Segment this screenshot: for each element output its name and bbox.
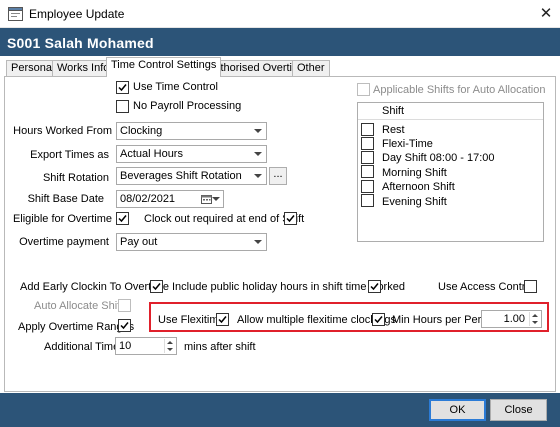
apply-overtime-ranges-checkbox[interactable] <box>118 319 131 332</box>
overtime-payment-label: Overtime payment <box>19 236 109 248</box>
chevron-down-icon <box>254 152 262 156</box>
shift-item-label: Afternoon Shift <box>382 181 455 193</box>
shift-rotation-label: Shift Rotation <box>42 172 109 184</box>
eligible-overtime-label: Eligible for Overtime <box>12 213 112 225</box>
export-times-as-select[interactable]: Actual Hours <box>116 145 267 163</box>
shift-rotation-value: Beverages Shift Rotation <box>120 170 242 182</box>
close-button[interactable]: Close <box>490 399 547 421</box>
use-flexitime-checkbox[interactable] <box>216 313 229 326</box>
window-title: Employee Update <box>29 7 125 21</box>
additional-time-label: Additional Time <box>44 341 120 353</box>
shift-rotation-select[interactable]: Beverages Shift Rotation <box>116 167 267 185</box>
ok-button[interactable]: OK <box>429 399 486 421</box>
no-payroll-processing-checkbox[interactable] <box>116 100 129 113</box>
use-time-control-label: Use Time Control <box>133 81 218 93</box>
applicable-shifts-label: Applicable Shifts for Auto Allocation <box>373 84 546 96</box>
chevron-down-icon <box>254 129 262 133</box>
overtime-payment-select[interactable]: Pay out <box>116 233 267 251</box>
clock-out-end-shift-checkbox[interactable] <box>284 212 297 225</box>
shift-rotation-browse-button[interactable]: ... <box>269 167 287 185</box>
shift-item-checkbox[interactable] <box>361 180 374 193</box>
export-times-as-value: Actual Hours <box>120 148 183 160</box>
shift-base-date-value: 08/02/2021 <box>120 193 176 205</box>
shift-column-header: Shift <box>382 105 405 117</box>
additional-time-suffix: mins after shift <box>184 341 256 353</box>
clock-out-end-shift-label: Clock out required at end of Shift <box>144 213 305 225</box>
apply-overtime-ranges-label: Apply Overtime Ranges <box>18 321 135 333</box>
chevron-down-icon <box>254 240 262 244</box>
add-early-clockin-checkbox[interactable] <box>150 280 163 293</box>
use-time-control-checkbox[interactable] <box>116 81 129 94</box>
auto-allocate-shifts-checkbox[interactable] <box>118 299 131 312</box>
calendar-icon[interactable] <box>201 194 212 204</box>
chevron-down-icon <box>212 197 220 201</box>
shift-item-checkbox[interactable] <box>361 165 374 178</box>
export-times-as-label: Export Times as <box>30 149 109 161</box>
auto-allocate-shifts-label: Auto Allocate Shifts <box>34 300 129 312</box>
no-payroll-processing-label: No Payroll Processing <box>133 100 242 112</box>
include-public-holiday-checkbox[interactable] <box>368 280 381 293</box>
tab-time-control-settings[interactable]: Time Control Settings <box>106 57 222 77</box>
tab-other[interactable]: Other <box>292 60 330 76</box>
hours-worked-from-value: Clocking <box>120 125 163 137</box>
chevron-down-icon <box>254 174 262 178</box>
shift-item-checkbox[interactable] <box>361 137 374 150</box>
min-hours-per-period-value: 1.00 <box>503 313 525 325</box>
shift-item-checkbox[interactable] <box>361 123 374 136</box>
allow-multiple-flexitime-checkbox[interactable] <box>372 313 385 326</box>
shift-item-label: Day Shift 08:00 - 17:00 <box>382 152 495 164</box>
hours-worked-from-select[interactable]: Clocking <box>116 122 267 140</box>
use-flexitime-label: Use Flexitime <box>158 314 225 326</box>
additional-time-value: 10 <box>119 340 132 352</box>
shift-item-checkbox[interactable] <box>361 151 374 164</box>
additional-time-input[interactable]: 10 <box>115 337 177 355</box>
min-hours-per-period-input[interactable]: 1.00 <box>481 310 542 328</box>
shift-item-checkbox[interactable] <box>361 194 374 207</box>
hours-worked-from-label: Hours Worked From <box>13 125 112 137</box>
applicable-shifts-checkbox[interactable] <box>357 83 370 96</box>
shift-item-label: Rest <box>382 124 405 136</box>
shift-item-label: Flexi-Time <box>382 138 433 150</box>
use-access-control-checkbox[interactable] <box>524 280 537 293</box>
overtime-payment-value: Pay out <box>120 236 158 248</box>
shift-base-date-picker[interactable]: 08/02/2021 <box>116 190 224 208</box>
close-window-icon[interactable]: ✕ <box>536 4 556 24</box>
app-window-icon <box>8 7 23 21</box>
spinner-icon[interactable] <box>164 339 175 353</box>
spinner-icon[interactable] <box>529 312 540 326</box>
shift-item-label: Morning Shift <box>382 167 447 179</box>
employee-name: S001 Salah Mohamed <box>7 35 154 51</box>
shift-item-label: Evening Shift <box>382 196 447 208</box>
shift-base-date-label: Shift Base Date <box>27 193 104 205</box>
add-early-clockin-label: Add Early Clockin To Overtime <box>20 281 169 293</box>
use-access-control-label: Use Access Control <box>438 281 534 293</box>
eligible-overtime-checkbox[interactable] <box>116 212 129 225</box>
